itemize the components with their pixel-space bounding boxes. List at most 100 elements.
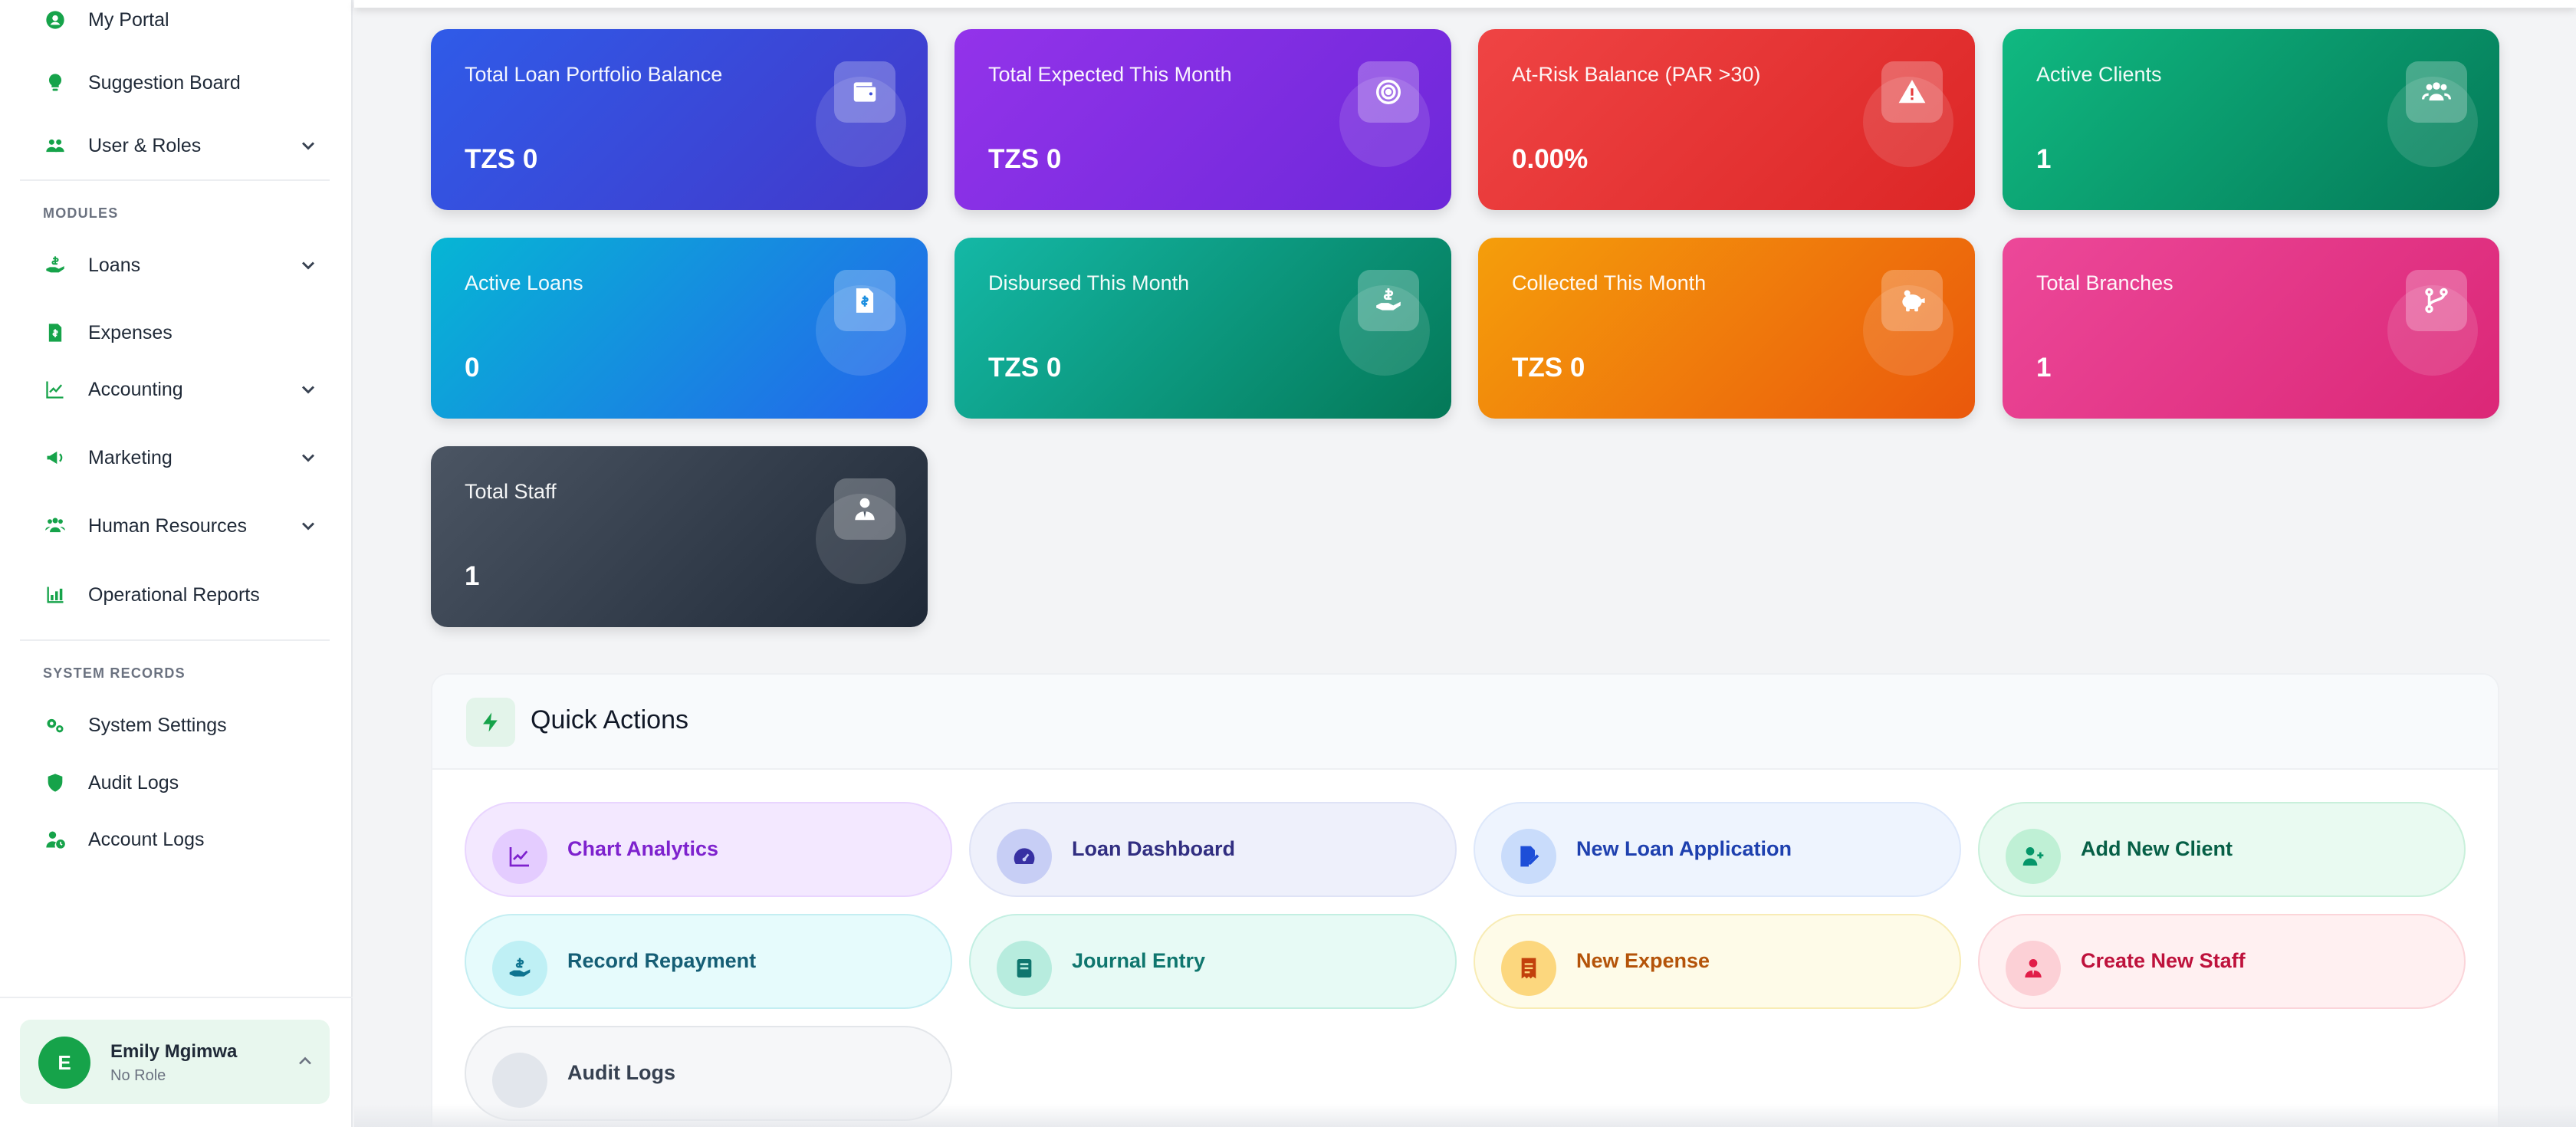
chevron-down-icon[interactable] <box>297 379 319 400</box>
stat-title: Disbursed This Month <box>988 271 1190 294</box>
people-group-icon <box>43 514 67 538</box>
chevron-up-icon[interactable] <box>294 1050 316 1072</box>
sidebar-item-audit-logs[interactable]: Audit Logs <box>43 760 319 806</box>
action-label: Audit Logs <box>567 1061 675 1084</box>
stat-title: Active Loans <box>465 271 583 294</box>
hand-holding-dollar-icon <box>43 253 67 278</box>
journal-entry-button[interactable]: Journal Entry <box>969 914 1457 1009</box>
chevron-down-icon[interactable] <box>297 135 319 156</box>
new-loan-application-button[interactable]: New Loan Application <box>1474 802 1961 897</box>
stat-title: Total Staff <box>465 480 557 503</box>
chart-analytics-button[interactable]: Chart Analytics <box>465 802 952 897</box>
sidebar-item-expenses[interactable]: Expenses <box>43 310 319 356</box>
sidebar-item-account-logs[interactable]: Account Logs <box>43 816 319 863</box>
receipt-icon <box>1501 941 1556 996</box>
action-label: Record Repayment <box>567 949 757 972</box>
stat-title: Total Branches <box>2036 271 2174 294</box>
sidebar-item-operational-reports[interactable]: Operational Reports <box>43 572 319 618</box>
sidebar-item-my-portal[interactable]: My Portal <box>43 0 319 43</box>
new-expense-button[interactable]: New Expense <box>1474 914 1961 1009</box>
sidebar-divider <box>20 179 330 181</box>
stat-card-disbursed-this-month[interactable]: Disbursed This Month TZS 0 <box>955 238 1451 419</box>
stat-value: 1 <box>2036 353 2052 383</box>
shield-icon <box>43 770 67 795</box>
sidebar-item-label: Audit Logs <box>88 771 179 794</box>
user-clock-icon <box>43 827 67 852</box>
stat-card-at-risk-balance[interactable]: At-Risk Balance (PAR >30) 0.00% <box>1478 29 1975 210</box>
receipt-file-icon <box>43 320 67 345</box>
target-icon <box>1358 61 1419 123</box>
quick-actions-header: Quick Actions <box>432 675 2498 770</box>
sidebar-item-human-resources[interactable]: Human Resources <box>43 503 319 549</box>
action-label: Chart Analytics <box>567 837 719 860</box>
user-tie-icon <box>834 478 895 540</box>
file-signature-icon <box>1501 829 1556 884</box>
record-repayment-button[interactable]: Record Repayment <box>465 914 952 1009</box>
sidebar-item-label: Accounting <box>88 378 183 400</box>
system-records-section-label: SYSTEM RECORDS <box>43 665 186 681</box>
sidebar-item-loans[interactable]: Loans <box>43 242 319 288</box>
sidebar-item-suggestion-board[interactable]: Suggestion Board <box>43 60 319 106</box>
stat-card-total-staff[interactable]: Total Staff 1 <box>431 446 928 627</box>
chevron-down-icon[interactable] <box>297 447 319 468</box>
user-plus-icon <box>2006 829 2061 884</box>
modules-section-label: MODULES <box>43 205 119 221</box>
sidebar-item-label: Expenses <box>88 321 172 343</box>
create-new-staff-button[interactable]: Create New Staff <box>1978 914 2466 1009</box>
sidebar-item-label: Marketing <box>88 446 172 468</box>
gears-icon <box>43 713 67 738</box>
stat-value: 0 <box>465 353 480 383</box>
stat-title: Active Clients <box>2036 63 2162 86</box>
wallet-icon <box>834 61 895 123</box>
sidebar-item-label: User & Roles <box>88 134 202 156</box>
loan-dashboard-button[interactable]: Loan Dashboard <box>969 802 1457 897</box>
sidebar-item-marketing[interactable]: Marketing <box>43 435 319 481</box>
sidebar-item-label: My Portal <box>88 8 169 31</box>
stat-value: TZS 0 <box>988 144 1062 174</box>
bottom-fade <box>354 1104 2576 1127</box>
stat-card-active-loans[interactable]: Active Loans 0 <box>431 238 928 419</box>
sidebar-item-accounting[interactable]: Accounting <box>43 366 319 412</box>
chevron-down-icon[interactable] <box>297 515 319 537</box>
stat-card-loan-portfolio[interactable]: Total Loan Portfolio Balance TZS 0 <box>431 29 928 210</box>
action-label: Create New Staff <box>2081 949 2246 972</box>
stat-card-active-clients[interactable]: Active Clients 1 <box>2003 29 2499 210</box>
bar-chart-icon <box>43 583 67 607</box>
quick-actions-title: Quick Actions <box>531 705 688 734</box>
chart-line-icon <box>492 829 547 884</box>
sidebar-item-system-settings[interactable]: System Settings <box>43 702 319 748</box>
sidebar-item-label: Account Logs <box>88 828 205 850</box>
lightning-bolt-icon <box>466 698 515 747</box>
piggy-bank-icon <box>1881 270 1943 331</box>
stat-title: At-Risk Balance (PAR >30) <box>1512 63 1761 86</box>
stat-card-expected-this-month[interactable]: Total Expected This Month TZS 0 <box>955 29 1451 210</box>
chevron-down-icon[interactable] <box>297 255 319 276</box>
line-chart-icon <box>43 377 67 402</box>
code-branch-icon <box>2406 270 2467 331</box>
warning-triangle-icon <box>1881 61 1943 123</box>
hand-dollar-icon <box>492 941 547 996</box>
stat-value: TZS 0 <box>1512 353 1585 383</box>
user-circle-icon <box>43 8 67 32</box>
sidebar-divider <box>20 639 330 641</box>
user-tie-icon <box>2006 941 2061 996</box>
user-name: Emily Mgimwa <box>110 1041 238 1062</box>
hand-dollar-icon <box>1358 270 1419 331</box>
add-new-client-button[interactable]: Add New Client <box>1978 802 2466 897</box>
stat-card-collected-this-month[interactable]: Collected This Month TZS 0 <box>1478 238 1975 419</box>
action-label: Journal Entry <box>1072 949 1206 972</box>
stat-value: TZS 0 <box>988 353 1062 383</box>
stat-card-total-branches[interactable]: Total Branches 1 <box>2003 238 2499 419</box>
sidebar-item-label: Suggestion Board <box>88 71 241 94</box>
top-bar <box>354 0 2576 8</box>
sidebar: My Portal Suggestion Board User & Roles … <box>0 0 353 1127</box>
stat-title: Collected This Month <box>1512 271 1707 294</box>
sidebar-item-label: System Settings <box>88 714 227 736</box>
user-profile-card[interactable]: E Emily Mgimwa No Role <box>20 1020 330 1104</box>
stat-value: 0.00% <box>1512 144 1589 174</box>
stat-title: Total Expected This Month <box>988 63 1232 86</box>
megaphone-icon <box>43 445 67 470</box>
users-icon <box>43 133 67 158</box>
sidebar-item-user-roles[interactable]: User & Roles <box>43 123 319 169</box>
action-label: Add New Client <box>2081 837 2233 860</box>
